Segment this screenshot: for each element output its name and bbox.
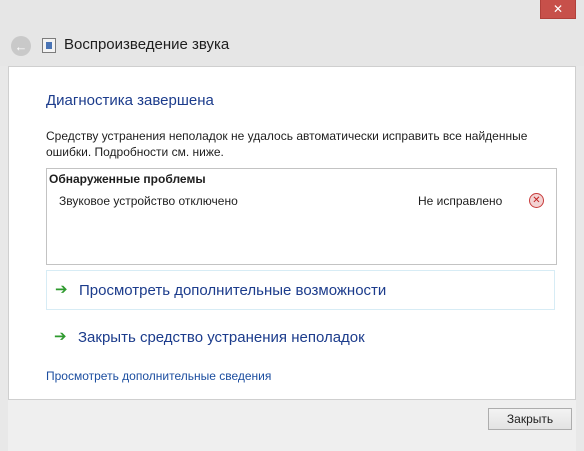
- page-heading: Диагностика завершена: [46, 92, 214, 109]
- error-icon: ✕: [529, 193, 544, 208]
- footer-bar: Закрыть: [8, 400, 576, 451]
- green-arrow-icon: ➔: [55, 281, 68, 298]
- problems-header: Обнаруженные проблемы: [49, 172, 206, 186]
- title-bar: ✕ ← Воспроизведение звука: [0, 0, 584, 66]
- close-button[interactable]: Закрыть: [488, 408, 572, 430]
- view-details-link[interactable]: Просмотреть дополнительные сведения: [46, 369, 271, 383]
- problems-panel: Обнаруженные проблемы Звуковое устройств…: [46, 168, 557, 265]
- window-close-button[interactable]: ✕: [540, 0, 576, 19]
- green-arrow-icon: ➔: [54, 328, 67, 345]
- action-label: Закрыть средство устранения неполадок: [78, 329, 365, 346]
- close-icon: ✕: [552, 2, 564, 16]
- main-content: Диагностика завершена Средству устранени…: [8, 66, 576, 400]
- back-button[interactable]: ←: [11, 36, 31, 56]
- view-more-options-link[interactable]: ➔ Просмотреть дополнительные возможности: [46, 270, 555, 310]
- description-text: Средству устранения неполадок не удалось…: [46, 129, 528, 159]
- back-arrow-icon: ←: [14, 38, 28, 54]
- close-troubleshooter-link[interactable]: ➔ Закрыть средство устранения неполадок: [46, 318, 555, 358]
- window-title: Воспроизведение звука: [64, 36, 230, 53]
- app-icon: [42, 38, 56, 53]
- problem-status: Не исправлено: [418, 194, 503, 208]
- problem-name: Звуковое устройство отключено: [59, 194, 238, 208]
- action-label: Просмотреть дополнительные возможности: [79, 282, 387, 299]
